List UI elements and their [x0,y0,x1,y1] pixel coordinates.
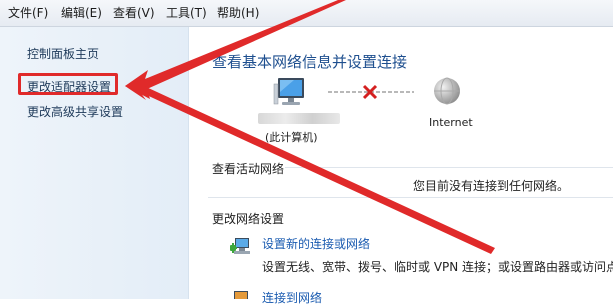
annotation-arrows [125,0,495,254]
annotation-arrow-bottom [125,78,495,254]
annotation-arrow-top [125,0,346,99]
